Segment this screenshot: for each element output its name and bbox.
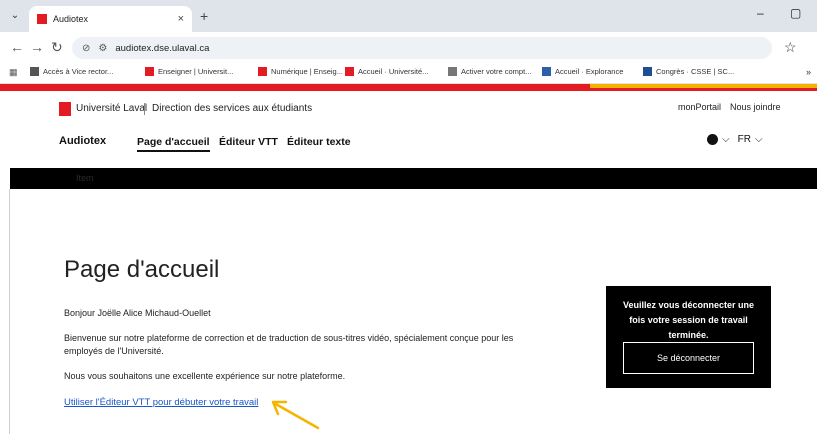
user-menu-chevron-icon[interactable]: ⌵ (722, 134, 730, 145)
site-settings-icon[interactable]: ⚙ (98, 43, 107, 54)
user-account-icon[interactable] (707, 134, 718, 145)
page-title: Page d'accueil (64, 256, 220, 283)
bookmark-favicon-icon (542, 67, 551, 76)
window-minimize-button[interactable]: – (757, 6, 764, 20)
app-brand[interactable]: Audiotex (59, 135, 106, 147)
bookmark-label: Enseigner | Universit... (158, 67, 234, 76)
monportail-link[interactable]: monPortail (678, 102, 721, 112)
tab-close-icon[interactable]: × (178, 13, 184, 25)
bookmark-item[interactable]: Activer votre compt... (448, 67, 531, 76)
bookmark-item[interactable]: Enseigner | Universit... (145, 67, 233, 76)
subnav-item[interactable]: Item (76, 173, 94, 183)
university-name-link[interactable]: Université Laval (76, 103, 147, 114)
reload-icon[interactable]: ↻ (51, 39, 63, 55)
main-navigation: Audiotex Page d'accueil Éditeur VTT Édit… (0, 124, 817, 168)
bookmark-item[interactable]: Congrès · CSSE | SC... (643, 67, 734, 76)
bookmark-label: Accueil · Explorance (555, 67, 624, 76)
bookmark-favicon-icon (448, 67, 457, 76)
bookmark-label: Congrès · CSSE | SC... (656, 67, 735, 76)
bookmark-label: Accueil · Université... (358, 67, 429, 76)
bookmark-star-icon[interactable]: ☆ (784, 39, 797, 56)
nav-text-editor[interactable]: Éditeur texte (287, 136, 351, 148)
wish-text: Nous vous souhaitons une excellente expé… (64, 371, 346, 381)
header-divider (144, 103, 145, 115)
ulaval-logo-icon[interactable] (59, 102, 71, 116)
logout-message: Veuillez vous déconnecter une fois votre… (622, 300, 755, 340)
bookmark-item[interactable]: Accueil · Explorance (542, 67, 623, 76)
brand-gold-accent (590, 84, 817, 88)
forward-arrow-icon[interactable]: → (30, 39, 44, 55)
browser-toolbar: ← → ↻ ⊘ ⚙ audiotex.dse.ulaval.ca ☆ (0, 32, 817, 62)
language-chevron-icon[interactable]: ⌵ (755, 134, 763, 145)
user-language-controls: ⌵ FR ⌵ (707, 134, 763, 145)
ulaval-favicon-icon (37, 14, 47, 24)
department-link[interactable]: Direction des services aux étudiants (152, 103, 312, 114)
start-vtt-editor-link[interactable]: Utiliser l'Éditeur VTT pour débuter votr… (64, 397, 258, 408)
address-bar[interactable]: ⊘ ⚙ audiotex.dse.ulaval.ca (72, 37, 772, 59)
bookmark-item[interactable]: Numérique | Enseig... (258, 67, 343, 76)
welcome-text-line2: employés de l'Université. (64, 346, 164, 356)
bookmark-label: Numérique | Enseig... (271, 67, 343, 76)
tab-title: Audiotex (53, 14, 89, 24)
bookmark-favicon-icon (258, 67, 267, 76)
institution-header: Université Laval Direction des services … (0, 91, 817, 124)
bookmarks-bar: ▦ Accès à Vice rector... Enseigner | Univ… (0, 62, 817, 84)
nav-vtt-editor[interactable]: Éditeur VTT (219, 136, 278, 148)
bookmark-favicon-icon (345, 67, 354, 76)
browser-tab[interactable]: Audiotex × (29, 6, 192, 32)
contact-link[interactable]: Nous joindre (730, 102, 781, 112)
brand-color-bar (0, 84, 817, 91)
subnav-bar: Item (10, 168, 817, 189)
bookmark-label: Activer votre compt... (461, 67, 532, 76)
bookmark-favicon-icon (643, 67, 652, 76)
new-tab-button[interactable]: + (200, 8, 208, 24)
welcome-text-line1: Bienvenue sur notre plateforme de correc… (64, 333, 514, 343)
bookmarks-overflow-button[interactable]: » (806, 67, 811, 77)
nav-home[interactable]: Page d'accueil (137, 136, 210, 152)
greeting-text: Bonjour Joëlle Alice Michaud-Ouellet (64, 308, 211, 318)
window-maximize-button[interactable]: ▢ (790, 6, 801, 20)
logout-panel: Veuillez vous déconnecter une fois votre… (606, 286, 771, 388)
bookmark-favicon-icon (145, 67, 154, 76)
tracking-shield-icon[interactable]: ⊘ (82, 43, 90, 54)
bookmark-label: Accès à Vice rector... (43, 67, 114, 76)
back-arrow-icon[interactable]: ← (10, 39, 24, 55)
browser-tabstrip: ⌄ Audiotex × + – ▢ (0, 0, 817, 32)
apps-grid-icon[interactable]: ▦ (9, 67, 18, 78)
language-selector[interactable]: FR (738, 134, 751, 145)
url-text: audiotex.dse.ulaval.ca (115, 42, 210, 54)
bookmark-item[interactable]: Accès à Vice rector... (30, 67, 113, 76)
annotation-arrow-icon (271, 400, 320, 430)
bookmark-favicon-icon (30, 67, 39, 76)
tab-search-chevron-icon[interactable]: ⌄ (6, 6, 24, 24)
bookmark-item[interactable]: Accueil · Université... (345, 67, 428, 76)
logout-button[interactable]: Se déconnecter (623, 342, 754, 374)
